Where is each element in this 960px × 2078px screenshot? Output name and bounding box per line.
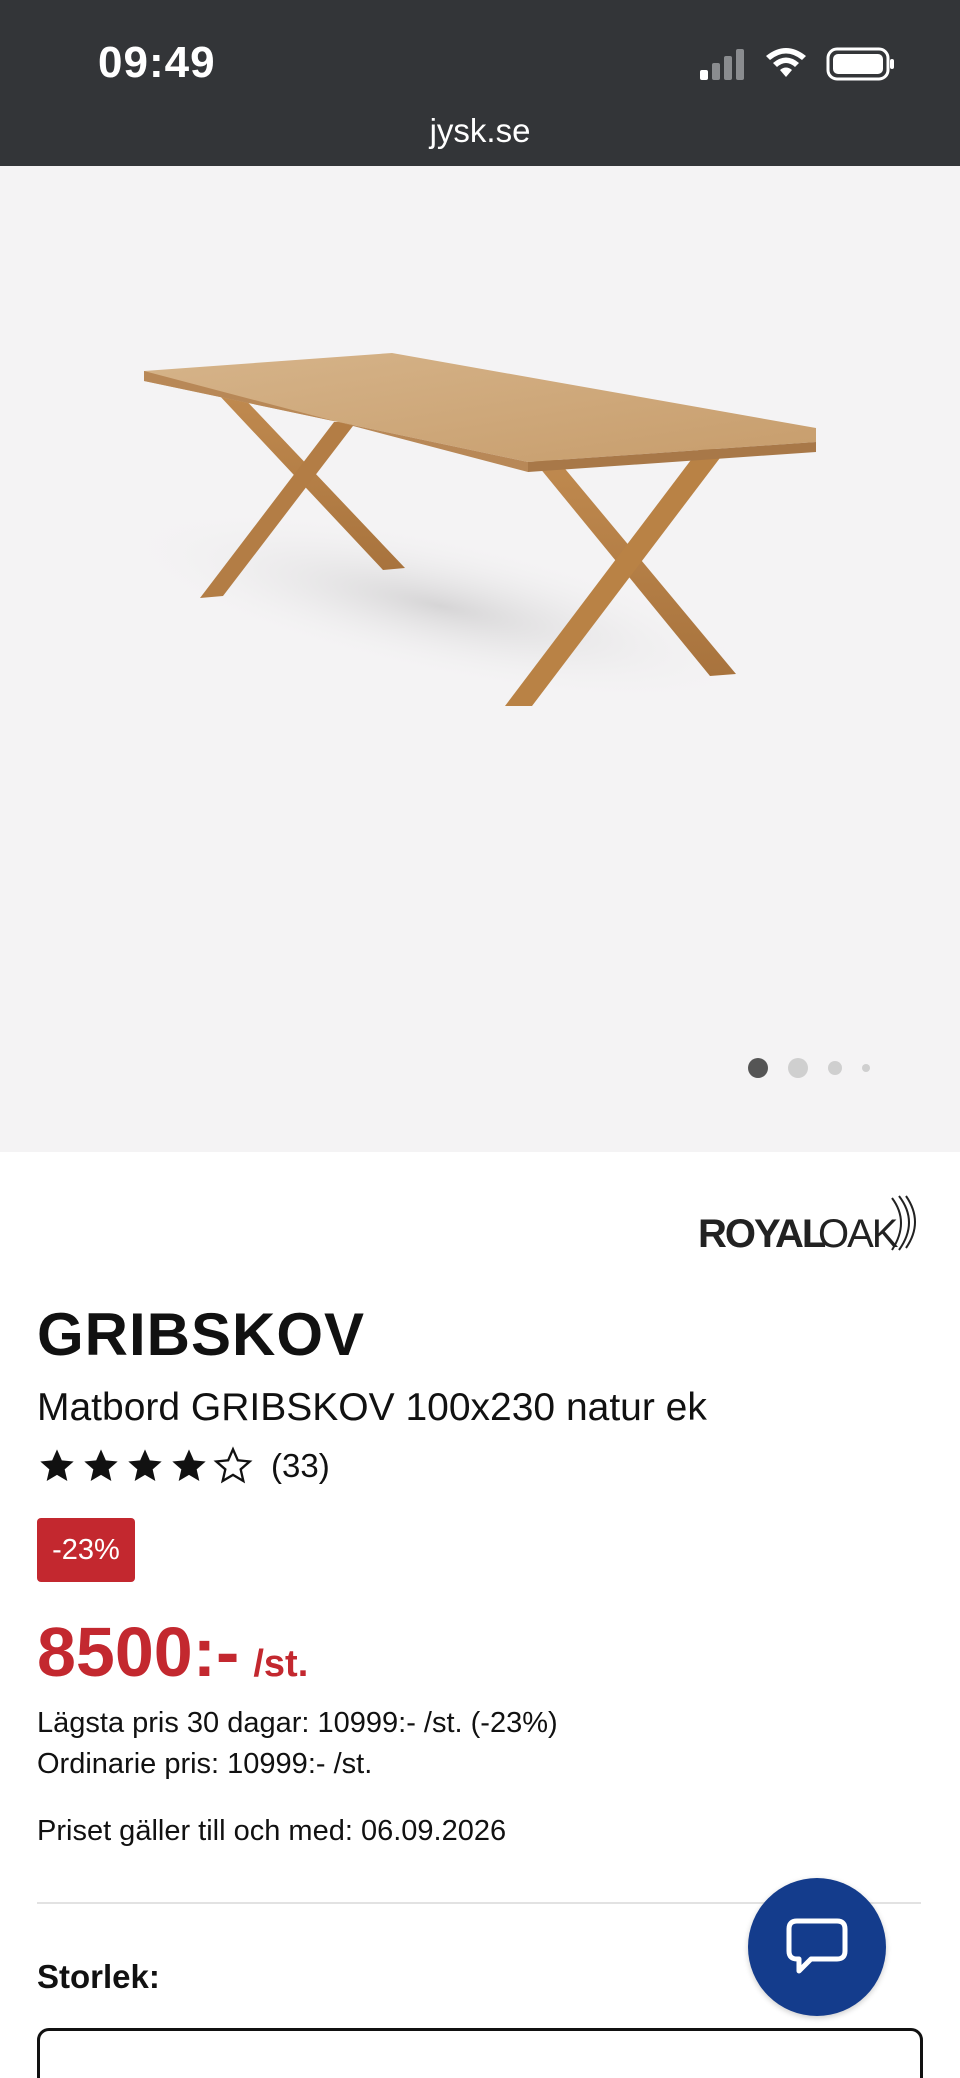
- star-filled-icon: [172, 1449, 206, 1481]
- table-product-image: [116, 353, 816, 706]
- product-rating[interactable]: (33): [37, 1446, 330, 1486]
- svg-text:OAK: OAK: [818, 1212, 899, 1256]
- price-unit: /st.: [253, 1643, 309, 1685]
- svg-text:ROYAL: ROYAL: [698, 1212, 826, 1256]
- cellular-signal-icon: [700, 49, 744, 80]
- product-title: GRIBSKOV: [37, 1301, 366, 1368]
- size-label: Storlek:: [37, 1958, 160, 1995]
- address-bar-url[interactable]: jysk.se: [0, 112, 960, 150]
- product-description: Matbord GRIBSKOV 100x230 natur ek: [37, 1386, 707, 1429]
- star-filled-icon: [84, 1449, 118, 1481]
- carousel-dot-2[interactable]: [788, 1058, 808, 1078]
- price: 8500:- /st.: [37, 1612, 308, 1692]
- carousel-dot-3[interactable]: [828, 1061, 842, 1075]
- clock: 09:49: [98, 38, 216, 87]
- chat-bubble-icon: [786, 1918, 848, 1974]
- regular-price-text: Ordinarie pris: 10999:- /st.: [37, 1748, 373, 1780]
- carousel-dots: [748, 1056, 890, 1080]
- discount-badge: -23%: [37, 1518, 135, 1582]
- star-filled-icon: [40, 1449, 74, 1481]
- carousel-dot-1[interactable]: [748, 1058, 768, 1078]
- price-valid-text: Priset gäller till och med: 06.09.2026: [37, 1815, 507, 1847]
- wifi-icon: [766, 48, 806, 77]
- system-icons: [698, 44, 896, 84]
- star-filled-icon: [128, 1449, 162, 1481]
- chat-button[interactable]: [748, 1878, 886, 2016]
- carousel-dot-4[interactable]: [862, 1064, 870, 1072]
- rating-count[interactable]: (33): [271, 1447, 330, 1485]
- product-page: 09:49 jysk.se ROYAL OAK GRIBSKOV Matbord…: [0, 0, 960, 2078]
- product-image-carousel[interactable]: [0, 166, 960, 1152]
- lowest-price-text: Lägsta pris 30 dagar: 10999:- /st. (-23%…: [37, 1707, 558, 1739]
- size-select[interactable]: [37, 2028, 923, 2078]
- star-empty-icon: [213, 1446, 253, 1484]
- status-bar: 09:49 jysk.se: [0, 0, 960, 166]
- brand-logo[interactable]: ROYAL OAK: [698, 1192, 922, 1263]
- battery-icon: [826, 47, 894, 81]
- price-value: 8500:-: [37, 1613, 240, 1691]
